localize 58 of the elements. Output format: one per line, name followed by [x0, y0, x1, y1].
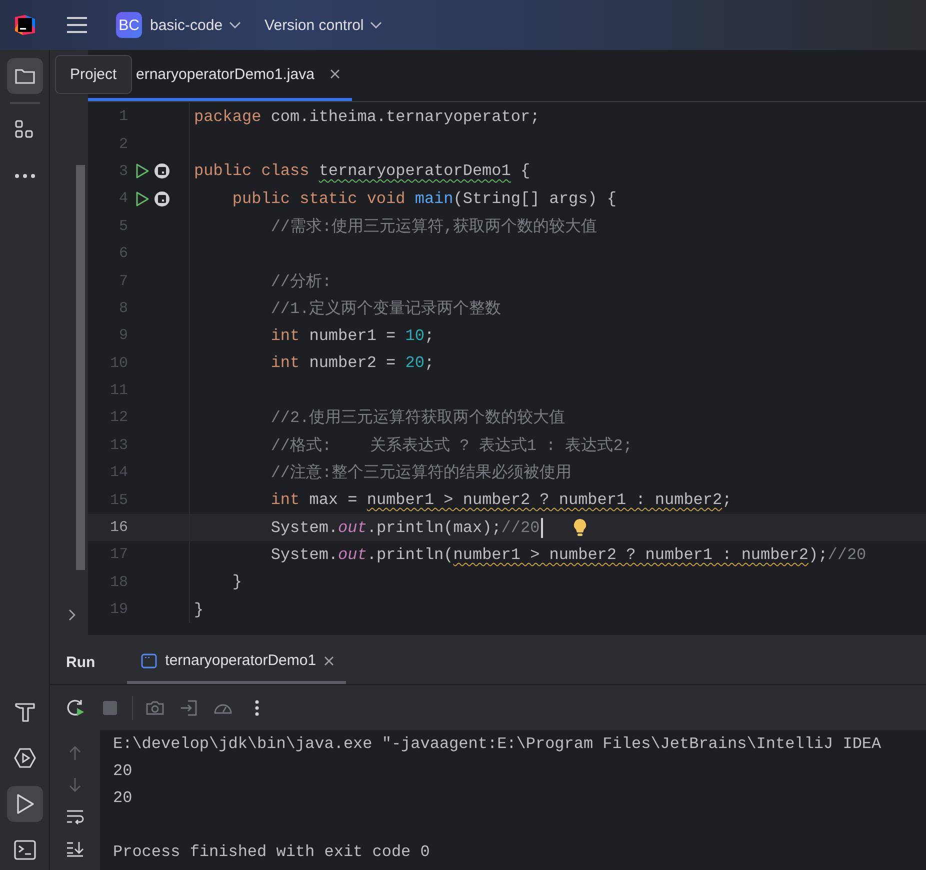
- up-arrow-icon: [68, 745, 82, 761]
- version-control-dropdown[interactable]: Version control: [264, 12, 382, 38]
- code-line: //分析:: [270, 272, 332, 292]
- chevron-down-icon: [370, 21, 382, 29]
- run-tab[interactable]: ternaryoperatorDemo1: [127, 640, 346, 684]
- code-line: //2.使用三元运算符获取两个数的较大值: [270, 408, 566, 428]
- app-logo-icon: [14, 14, 36, 36]
- bookmark-gutter-icon[interactable]: [154, 190, 170, 207]
- console-command: E:\develop\jdk\bin\java.exe "-javaagent:E:\Program Files\JetBrains\IntelliJ IDEA: [113, 734, 882, 755]
- camera-icon: [146, 700, 164, 716]
- scroll-end-icon: [66, 841, 84, 857]
- terminal-icon: [12, 839, 36, 861]
- exit-icon: [180, 698, 198, 716]
- project-tool-button[interactable]: [6, 58, 42, 94]
- more-vertical-icon: [254, 698, 260, 716]
- more-icon: [14, 172, 36, 180]
- run-tool-button[interactable]: [6, 786, 42, 822]
- menu-icon: [66, 16, 88, 34]
- code-line: System.out.println(max);//20: [270, 518, 540, 537]
- stop-icon: [102, 700, 118, 716]
- lightbulb-icon[interactable]: [572, 518, 587, 538]
- code-line: }: [194, 600, 204, 619]
- code-line: int max = number1 > number2 ? number1 : number2;: [270, 491, 732, 510]
- rerun-icon: [66, 698, 86, 718]
- code-line: System.out.println(number1 > number2 ? number1 : number2);//20: [270, 546, 866, 564]
- chevron-down-icon: [228, 21, 241, 29]
- console-icon: [141, 652, 158, 668]
- down-arrow-icon: [68, 777, 82, 793]
- project-dropdown[interactable]: basic-code: [150, 12, 241, 38]
- run-gutter-icon[interactable]: [134, 163, 150, 180]
- code-line: int number2 = 20;: [270, 354, 434, 372]
- code-line: public class ternaryoperatorDemo1 {: [194, 162, 530, 180]
- structure-icon: [14, 119, 36, 141]
- wrap-icon: [66, 809, 84, 825]
- services-icon: [12, 746, 36, 770]
- text-cursor: [540, 518, 543, 538]
- close-icon: [324, 656, 334, 666]
- hammer-icon: [12, 700, 36, 724]
- tooltip: Project: [55, 55, 132, 94]
- code-line: //需求:使用三元运算符,获取两个数的较大值: [270, 216, 598, 237]
- code-line: int number1 = 10;: [270, 326, 434, 345]
- panel-title: Run: [66, 654, 96, 670]
- scrollbar[interactable]: [76, 165, 85, 570]
- project-badge: BC: [116, 12, 142, 38]
- code-line: //1.定义两个变量记录两个整数: [270, 298, 502, 319]
- line-number: 16: [108, 519, 128, 536]
- console-line: 20: [113, 761, 132, 782]
- code-line: package com.itheima.ternaryoperator;: [194, 108, 540, 126]
- console-line: 20: [113, 788, 132, 809]
- code-line: //注意:整个三元运算符的结果必须被使用: [270, 462, 572, 484]
- run-gutter-icon[interactable]: [134, 190, 150, 207]
- bookmark-gutter-icon[interactable]: [154, 163, 170, 180]
- close-icon: [330, 69, 340, 79]
- chevron-right-icon: [68, 609, 76, 621]
- exit-message: Process finished with exit code 0: [113, 842, 430, 863]
- code-line: //格式: 关系表达式 ? 表达式1 : 表达式2;: [270, 436, 632, 456]
- code-line: public static void main(String[] args) {: [231, 190, 616, 208]
- code-line: }: [231, 573, 242, 592]
